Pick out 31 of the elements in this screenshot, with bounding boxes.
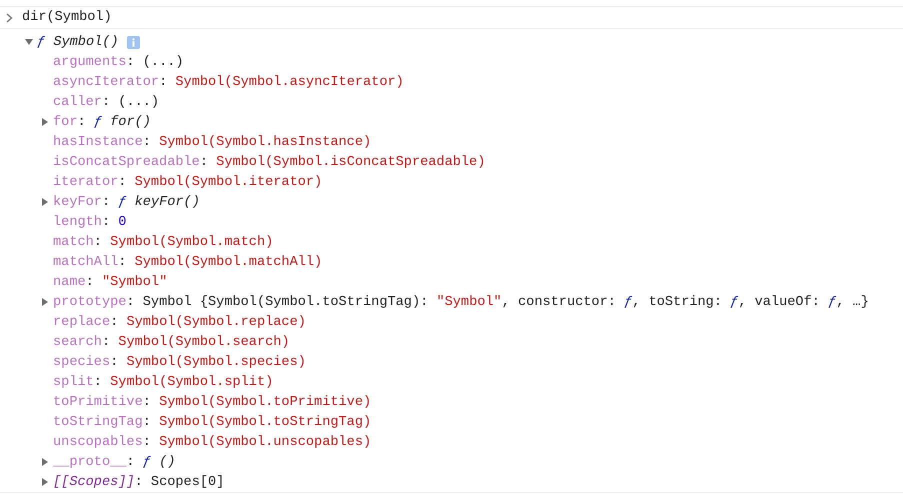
collapsed-triangle-icon[interactable] xyxy=(41,458,49,466)
property-line: hasInstance: Symbol(Symbol.hasInstance) xyxy=(53,134,372,150)
property-line: unscopables: Symbol(Symbol.unscopables) xyxy=(53,434,372,450)
property-line: species: Symbol(Symbol.species) xyxy=(53,354,306,370)
property-line: ƒ Symbol() xyxy=(37,34,119,50)
property-line: iterator: Symbol(Symbol.iterator) xyxy=(53,174,322,190)
property-line: arguments: (...) xyxy=(53,54,184,70)
property-line: __proto__: ƒ () xyxy=(53,454,176,470)
collapsed-triangle-icon[interactable] xyxy=(41,478,49,486)
property-line: prototype: Symbol {Symbol(Symbol.toStringTag): "Symbol", constructor: ƒ, toString: ƒ, valueOf: ƒ, …} xyxy=(53,294,869,310)
property-line: replace: Symbol(Symbol.replace) xyxy=(53,314,306,330)
collapsed-triangle-icon[interactable] xyxy=(41,118,49,126)
property-line: length: 0 xyxy=(53,214,126,230)
property-line: caller: (...) xyxy=(53,94,160,110)
property-line: name: "Symbol" xyxy=(53,274,168,290)
property-line: split: Symbol(Symbol.split) xyxy=(53,374,274,390)
property-line: asyncIterator: Symbol(Symbol.asyncIterator) xyxy=(53,74,404,90)
property-line: keyFor: ƒ keyFor() xyxy=(53,194,200,210)
expanded-triangle-icon[interactable] xyxy=(25,38,33,46)
property-line: toStringTag: Symbol(Symbol.toStringTag) xyxy=(53,414,372,430)
collapsed-triangle-icon[interactable] xyxy=(41,198,49,206)
collapsed-triangle-icon[interactable] xyxy=(41,298,49,306)
property-line: toPrimitive: Symbol(Symbol.toPrimitive) xyxy=(53,394,372,410)
property-line: match: Symbol(Symbol.match) xyxy=(53,234,274,250)
property-line: matchAll: Symbol(Symbol.matchAll) xyxy=(53,254,322,270)
property-line: search: Symbol(Symbol.search) xyxy=(53,334,290,350)
property-line: [[Scopes]]: Scopes[0] xyxy=(53,474,224,490)
property-line: for: ƒ for() xyxy=(53,114,151,130)
prompt-chevron-icon xyxy=(6,12,13,22)
property-line: isConcatSpreadable: Symbol(Symbol.isConcatSpreadable) xyxy=(53,154,486,170)
command-text: dir(Symbol) xyxy=(22,10,112,25)
